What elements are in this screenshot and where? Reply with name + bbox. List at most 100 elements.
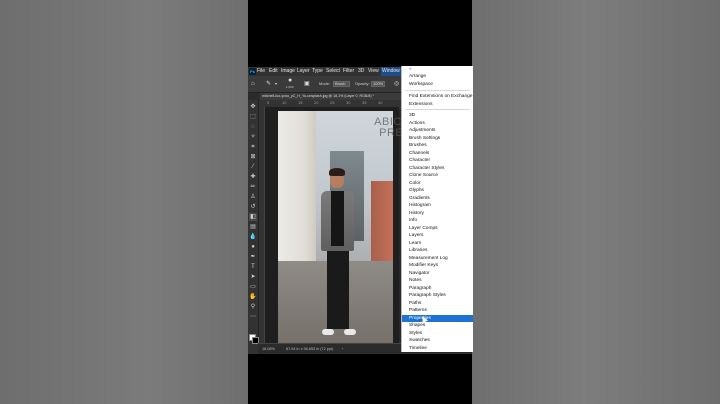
menu-item-layers[interactable]: Layers [402,232,473,240]
healing-brush-tool-icon[interactable]: ✚ [249,173,257,181]
menu-item-properties[interactable]: Properties [402,314,473,322]
menu-item-arrange[interactable]: Arrange [402,73,473,81]
menu-edit[interactable]: Edit [269,67,278,76]
menu-item-learn[interactable]: Learn [402,240,473,248]
lasso-tool-icon[interactable]: ◌ [249,123,257,131]
home-icon[interactable]: ⌂ [251,80,255,88]
brush-size-value: 1,000 [286,85,294,89]
ruler-number: 25 [330,100,335,105]
eyedropper-tool-icon[interactable]: ⁄ [249,163,257,171]
move-tool-icon[interactable]: ✥ [249,103,257,111]
photo-person-legs [327,249,349,329]
menu-item-find-extensions[interactable]: Find Extensions on Exchange... [402,93,473,101]
menu-type[interactable]: Type [312,67,323,76]
document-dimensions: 67.94 in x 96.653 in (72 ppi) [286,347,334,351]
eraser-tool-icon[interactable]: ◧ [249,213,257,221]
chevron-down-icon[interactable]: ▾ [275,80,277,88]
ruler-number: 40 [378,100,383,105]
blur-tool-icon[interactable]: 💧 [249,233,257,241]
opacity-field[interactable]: 100% [371,81,385,87]
menu-image[interactable]: Image [281,67,295,76]
marquee-tool-icon[interactable]: ⬚ [249,113,257,121]
menu-item-paragraph[interactable]: Paragraph [402,285,473,293]
menu-item-glyphs[interactable]: Glyphs [402,187,473,195]
pressure-opacity-icon[interactable]: ◎ [394,80,399,88]
menu-item-timeline[interactable]: Timeline [402,345,473,353]
ruler-number: 15 [298,100,303,105]
menu-filter[interactable]: Filter [343,67,354,76]
menu-item-character-styles[interactable]: Character Styles [402,165,473,173]
menu-layer[interactable]: Layer [297,67,310,76]
menu-item-brush-settings[interactable]: Brush Settings [402,135,473,143]
type-tool-icon[interactable]: T [249,263,257,271]
brush-panel-icon[interactable]: ▣ [304,80,310,88]
canvas-area[interactable] [265,107,399,343]
photo-shoe-right [344,329,356,335]
menu-item-channels[interactable]: Channels [402,150,473,158]
menu-item-notes[interactable]: Notes [402,277,473,285]
menu-item-adjustments[interactable]: Adjustments [402,127,473,135]
window-menu-dropdown: » Arrange Workspace Find Extensions on E… [401,66,473,352]
menu-item-extensions[interactable]: Extensions [402,101,473,109]
menu-select[interactable]: Select [326,67,340,76]
photo-shoe-left [322,329,334,335]
menu-item-modifier-keys[interactable]: Modifier Keys [402,262,473,270]
ruler-number: 20 [314,100,319,105]
menu-separator [406,90,470,91]
menu-item-workspace[interactable]: Workspace [402,81,473,89]
menu-item-clone-source[interactable]: Clone Source [402,172,473,180]
menu-item-measurement-log[interactable]: Measurement Log [402,255,473,263]
menu-item-color[interactable]: Color [402,180,473,188]
menu-item-patterns[interactable]: Patterns [402,307,473,315]
menu-3d[interactable]: 3D [358,67,364,76]
brush-tool-icon[interactable]: ✏ [249,183,257,191]
menu-item-gradients[interactable]: Gradients [402,195,473,203]
menu-view[interactable]: View [368,67,379,76]
more-tools-icon[interactable]: ⋯ [249,313,257,321]
menu-file[interactable]: File [257,67,265,76]
zoom-tool-icon[interactable]: ⚲ [249,303,257,311]
rectangle-tool-icon[interactable]: ▭ [249,283,257,291]
document-tab[interactable]: mitchell-luo-yvoo_yC_H_Yu-unsplash.jpg @… [260,93,410,100]
blurred-background-right [472,0,720,404]
frame-tool-icon[interactable]: ⊠ [249,153,257,161]
dodge-tool-icon[interactable]: ● [249,243,257,251]
path-selection-tool-icon[interactable]: ➤ [249,273,257,281]
gradient-tool-icon[interactable]: ▤ [249,223,257,231]
menu-item-actions[interactable]: Actions [402,120,473,128]
quick-select-tool-icon[interactable]: ✧ [249,133,257,141]
menu-window[interactable]: Window [381,67,401,76]
zoom-level[interactable]: 18.08% [262,344,275,354]
menu-item-character[interactable]: Character [402,157,473,165]
menu-item-layer-comps[interactable]: Layer Comps [402,225,473,233]
ruler-number: 30 [346,100,351,105]
eraser-tool-preset-icon[interactable]: ✎ [266,80,271,88]
tools-panel: ✥ ⬚ ◌ ✧ ⌗ ⊠ ⁄ ✚ ✏ ♙ ↺ ◧ ▤ 💧 ● ✒ T ➤ ▭ ✋ … [248,100,259,354]
menu-item-navigator[interactable]: Navigator [402,270,473,278]
photoshop-logo-icon: Ps [249,68,256,75]
photo-person-hair [329,168,345,176]
pen-tool-icon[interactable]: ✒ [249,253,257,261]
menu-item-shapes[interactable]: Shapes [402,322,473,330]
hand-tool-icon[interactable]: ✋ [249,293,257,301]
mode-label: Mode: [319,81,331,86]
document-photo[interactable] [278,111,393,343]
menu-separator [406,109,470,110]
menu-item-history[interactable]: History [402,210,473,218]
menu-item-libraries[interactable]: Libraries [402,247,473,255]
status-menu-arrow-icon[interactable]: › [342,344,343,354]
menu-item-paragraph-styles[interactable]: Paragraph Styles [402,292,473,300]
mode-select[interactable]: Brush [333,81,350,87]
crop-tool-icon[interactable]: ⌗ [249,143,257,151]
ruler-number: 10 [282,100,287,105]
menu-item-3d[interactable]: 3D [402,112,473,120]
history-brush-tool-icon[interactable]: ↺ [249,203,257,211]
vertical-ruler [258,107,265,343]
menu-item-styles[interactable]: Styles [402,330,473,338]
clone-stamp-tool-icon[interactable]: ♙ [249,193,257,201]
menu-item-histogram[interactable]: Histogram [402,202,473,210]
menu-item-swatches[interactable]: Swatches [402,337,473,345]
menu-item-paths[interactable]: Paths [402,300,473,308]
menu-item-info[interactable]: Info [402,217,473,225]
menu-item-brushes[interactable]: Brushes [402,142,473,150]
